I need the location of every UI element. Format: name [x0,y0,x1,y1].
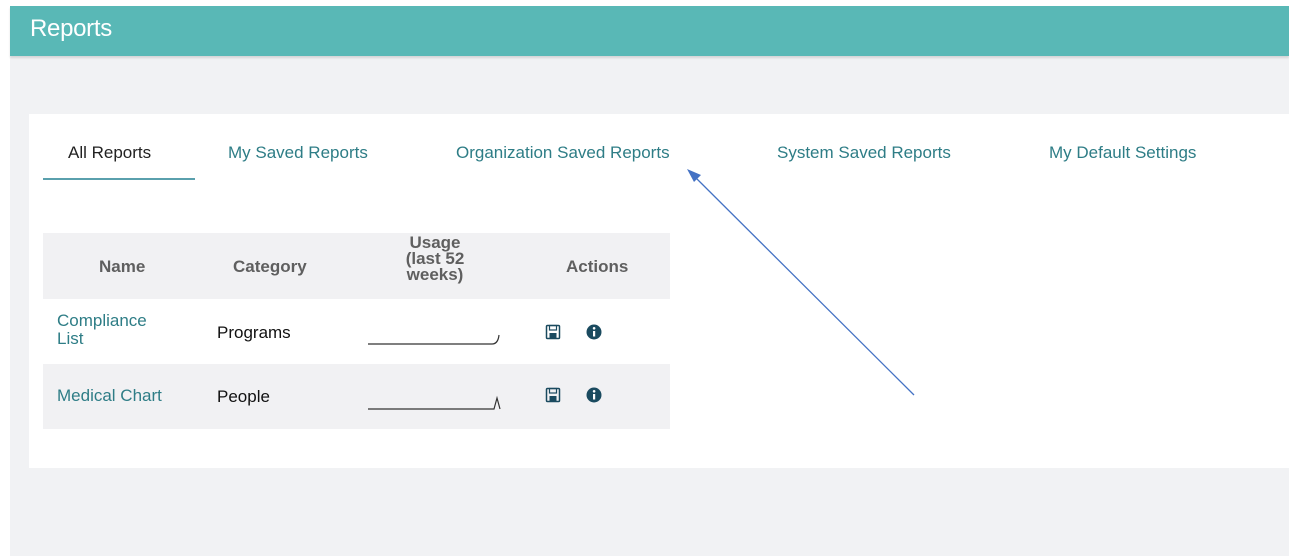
tab-all-reports-label: All Reports [68,143,152,162]
reports-card: All Reports My Saved Reports Organizatio… [29,114,1289,468]
save-icon[interactable] [545,324,563,342]
tab-my-saved-reports-label: My Saved Reports [228,143,368,162]
tab-my-default-settings[interactable]: My Default Settings [1049,140,1196,178]
column-header-actions: Actions [566,257,629,276]
tab-organization-saved-reports[interactable]: Organization Saved Reports [456,140,670,178]
page-title: Reports [30,15,112,42]
report-category: Programs [217,323,291,342]
report-tabs: All Reports My Saved Reports Organizatio… [43,140,1283,180]
report-name-link[interactable]: Compliance List [57,312,147,348]
tab-system-saved-reports[interactable]: System Saved Reports [777,140,951,178]
column-header-name[interactable]: Name [99,257,145,277]
column-header-category[interactable]: Category [233,257,307,277]
table-header: Name Category Usage (last 52 weeks) Acti… [43,233,670,299]
page-frame: Reports All Reports My Saved Reports Org… [10,6,1289,556]
column-header-usage[interactable]: Usage (last 52 weeks) [385,234,485,284]
report-name-link[interactable]: Medical Chart [57,387,162,405]
report-name-line-2: List [57,329,84,348]
table-row: Compliance List Programs [43,299,670,364]
usage-sparkline [368,395,501,410]
tab-organization-saved-reports-label: Organization Saved Reports [456,143,670,162]
info-icon[interactable] [585,323,603,341]
tab-my-saved-reports[interactable]: My Saved Reports [228,140,368,178]
report-name-line-1: Compliance [57,311,147,330]
top-header-bar: Reports [10,6,1289,56]
tab-system-saved-reports-label: System Saved Reports [777,143,951,162]
usage-sparkline [368,334,500,345]
info-icon[interactable] [585,386,603,404]
tab-all-reports[interactable]: All Reports [43,140,195,180]
report-category: People [217,387,270,406]
reports-table: Name Category Usage (last 52 weeks) Acti… [43,233,670,429]
usage-header-line-3: weeks) [406,265,464,284]
table-row: Medical Chart People [43,364,670,429]
tab-my-default-settings-label: My Default Settings [1049,143,1197,162]
save-icon[interactable] [545,387,563,405]
